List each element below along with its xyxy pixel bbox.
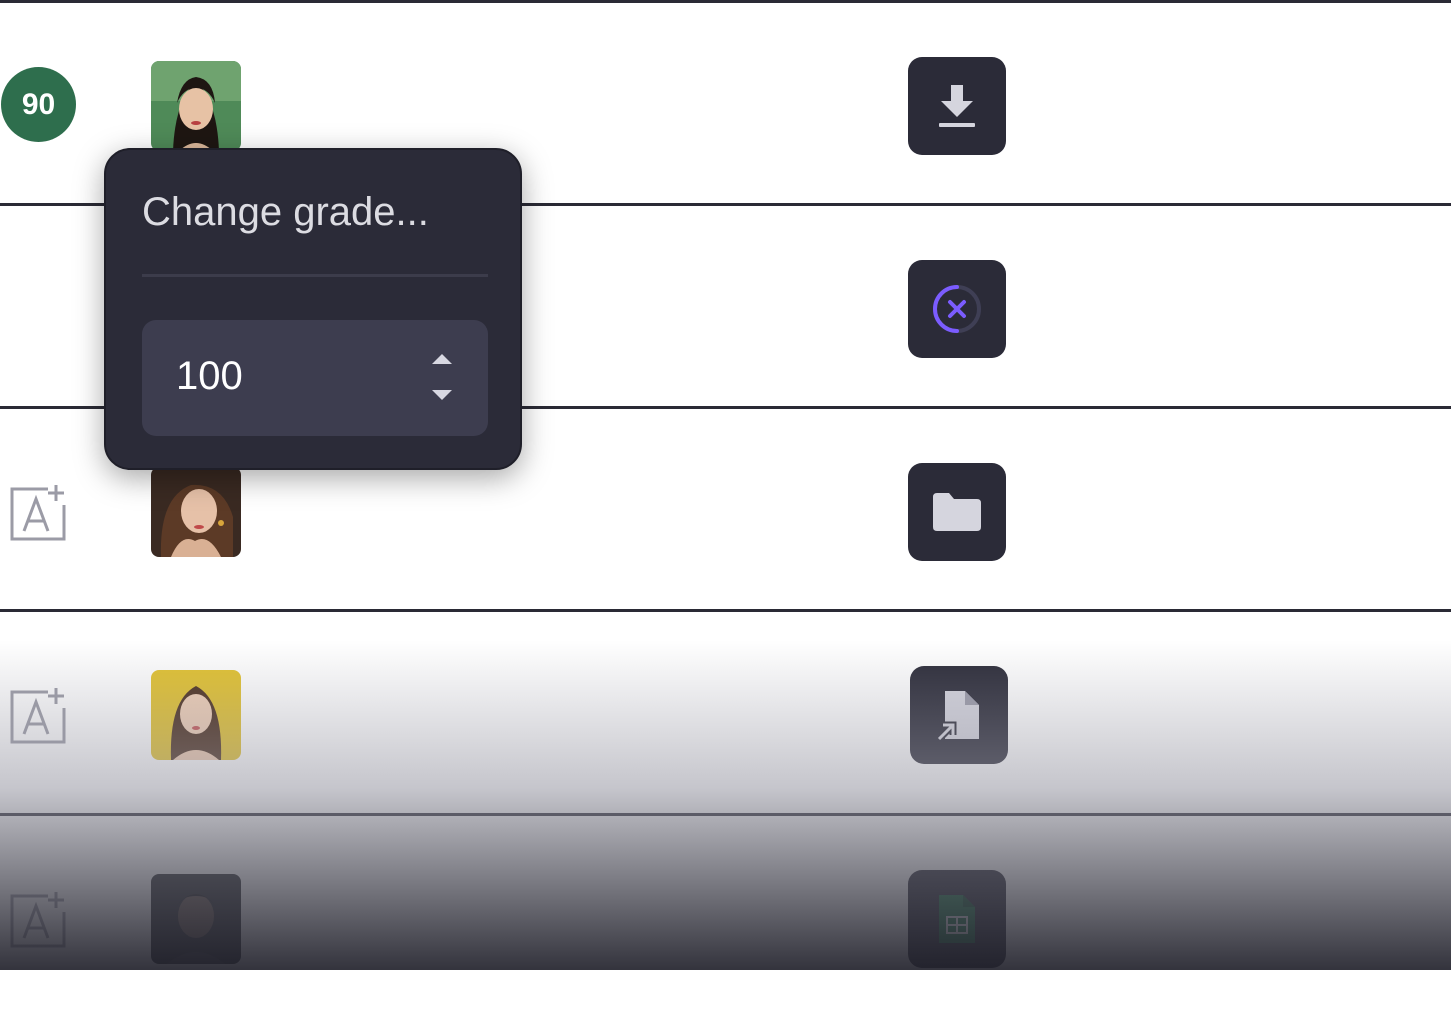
student-avatar — [151, 874, 241, 964]
student-avatar — [151, 670, 241, 760]
folder-button[interactable] — [908, 463, 1006, 561]
shortcut-file-button[interactable] — [910, 666, 1008, 764]
add-grade-icon[interactable] — [8, 686, 68, 746]
spreadsheet-button[interactable] — [908, 870, 1006, 968]
table-row — [0, 612, 1451, 812]
caret-down-icon[interactable] — [430, 388, 454, 404]
spreadsheet-icon — [939, 895, 975, 943]
download-button[interactable] — [908, 57, 1006, 155]
shortcut-file-icon — [936, 691, 979, 741]
cancel-loading-icon — [933, 285, 981, 333]
grade-badge[interactable]: 90 — [1, 67, 76, 142]
student-avatar — [151, 61, 241, 151]
grade-input[interactable]: 100 — [142, 320, 488, 436]
folder-icon — [933, 493, 981, 531]
table-row — [0, 816, 1451, 1016]
caret-up-icon[interactable] — [430, 350, 454, 366]
popover-divider — [142, 274, 488, 277]
add-grade-icon[interactable] — [8, 483, 68, 543]
add-grade-icon[interactable] — [8, 890, 68, 950]
change-grade-popover: Change grade... 100 — [104, 148, 522, 470]
student-avatar — [151, 467, 241, 557]
cancel-upload-button[interactable] — [908, 260, 1006, 358]
popover-title: Change grade... — [142, 190, 429, 234]
grade-input-value: 100 — [176, 354, 243, 398]
download-icon — [939, 85, 975, 127]
